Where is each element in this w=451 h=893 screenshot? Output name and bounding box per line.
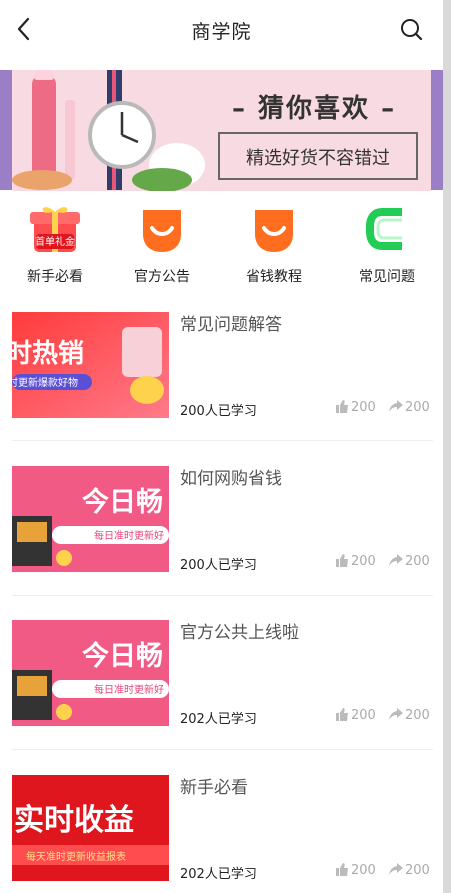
quick-link-label: 常见问题 (359, 269, 415, 285)
learned-count: 202人已学习 (180, 867, 257, 882)
scrollbar[interactable] (443, 0, 451, 893)
smile-shop-icon (137, 204, 187, 254)
article-item[interactable]: 实时收益 每天准时更新收益报表 新手必看 202人已学习 200 200 (12, 775, 433, 893)
share-icon (389, 708, 403, 720)
article-item[interactable]: 今日畅 每日准时更新好 如何网购省钱 200人已学习 200 200 (12, 466, 433, 584)
quick-link-announcement[interactable]: 官方公告 (112, 200, 212, 290)
like-count[interactable]: 200 (336, 708, 376, 723)
c-logo-icon (362, 204, 412, 254)
page-title: 商学院 (191, 21, 252, 43)
divider (12, 749, 433, 750)
share-icon (389, 400, 403, 412)
svg-text:每日准时更新好: 每日准时更新好 (94, 529, 164, 542)
search-icon (401, 19, 423, 41)
like-count[interactable]: 200 (336, 863, 376, 878)
quick-link-label: 官方公告 (134, 269, 190, 285)
svg-text:每天准时更新收益报表: 每天准时更新收益报表 (26, 850, 126, 863)
quick-link-label: 省钱教程 (246, 269, 302, 285)
share-icon (389, 554, 403, 566)
svg-text:今日畅: 今日畅 (82, 486, 163, 518)
svg-text:每日准时更新好: 每日准时更新好 (94, 683, 164, 696)
share-count[interactable]: 200 (389, 708, 430, 723)
learned-count: 200人已学习 (180, 558, 257, 573)
article-item[interactable]: 时热销 时更新爆款好物 常见问题解答 200人已学习 200 200 (12, 312, 433, 430)
banner-slide: – 猜你喜欢 – 精选好货不容错过 (12, 70, 431, 191)
promo-banner[interactable]: – 猜你喜欢 – 精选好货不容错过 (0, 70, 443, 192)
divider (12, 595, 433, 596)
article-thumbnail: 今日畅 每日准时更新好 (12, 620, 169, 726)
like-count[interactable]: 200 (336, 554, 376, 569)
thumbs-up-icon (336, 863, 348, 876)
banner-subtitle-box: 精选好货不容错过 (218, 132, 418, 180)
quick-link-saving[interactable]: 省钱教程 (224, 200, 324, 290)
share-count[interactable]: 200 (389, 863, 430, 878)
article-thumbnail: 时热销 时更新爆款好物 (12, 312, 169, 418)
svg-text:首单礼金: 首单礼金 (35, 235, 75, 248)
share-icon (389, 863, 403, 875)
article-title: 新手必看 (180, 778, 248, 798)
svg-text:时更新爆款好物: 时更新爆款好物 (12, 376, 78, 389)
quick-link-newbie[interactable]: 首单礼金 新手必看 (5, 200, 105, 290)
quick-link-label: 新手必看 (27, 269, 83, 285)
divider (12, 440, 433, 441)
thumbs-up-icon (336, 554, 348, 567)
learned-count: 200人已学习 (180, 404, 257, 419)
products-illustration (12, 70, 205, 191)
share-count[interactable]: 200 (389, 554, 430, 569)
article-title: 如何网购省钱 (180, 469, 282, 489)
gift-icon: 首单礼金 (30, 204, 80, 254)
article-thumbnail: 实时收益 每天准时更新收益报表 (12, 775, 169, 881)
banner-title: – 猜你喜欢 – (232, 94, 397, 124)
smile-shop-icon (249, 204, 299, 254)
article-thumbnail: 今日畅 每日准时更新好 (12, 466, 169, 572)
quick-link-faq[interactable]: 常见问题 (337, 200, 437, 290)
article-title: 常见问题解答 (180, 315, 282, 335)
thumbs-up-icon (336, 708, 348, 721)
article-item[interactable]: 今日畅 每日准时更新好 官方公共上线啦 202人已学习 200 200 (12, 620, 433, 738)
quick-links: 首单礼金 新手必看 官方公告 省钱教程 常见问题 (0, 200, 443, 292)
learned-count: 202人已学习 (180, 712, 257, 727)
like-count[interactable]: 200 (336, 400, 376, 415)
search-button[interactable] (398, 16, 426, 44)
svg-text:时热销: 时热销 (12, 339, 84, 369)
svg-text:今日畅: 今日畅 (82, 640, 163, 672)
article-title: 官方公共上线啦 (180, 623, 299, 643)
thumbs-up-icon (336, 400, 348, 413)
app-header: 商学院 (0, 0, 443, 58)
share-count[interactable]: 200 (389, 400, 430, 415)
svg-text:实时收益: 实时收益 (14, 803, 134, 838)
banner-subtitle: 精选好货不容错过 (246, 148, 390, 169)
